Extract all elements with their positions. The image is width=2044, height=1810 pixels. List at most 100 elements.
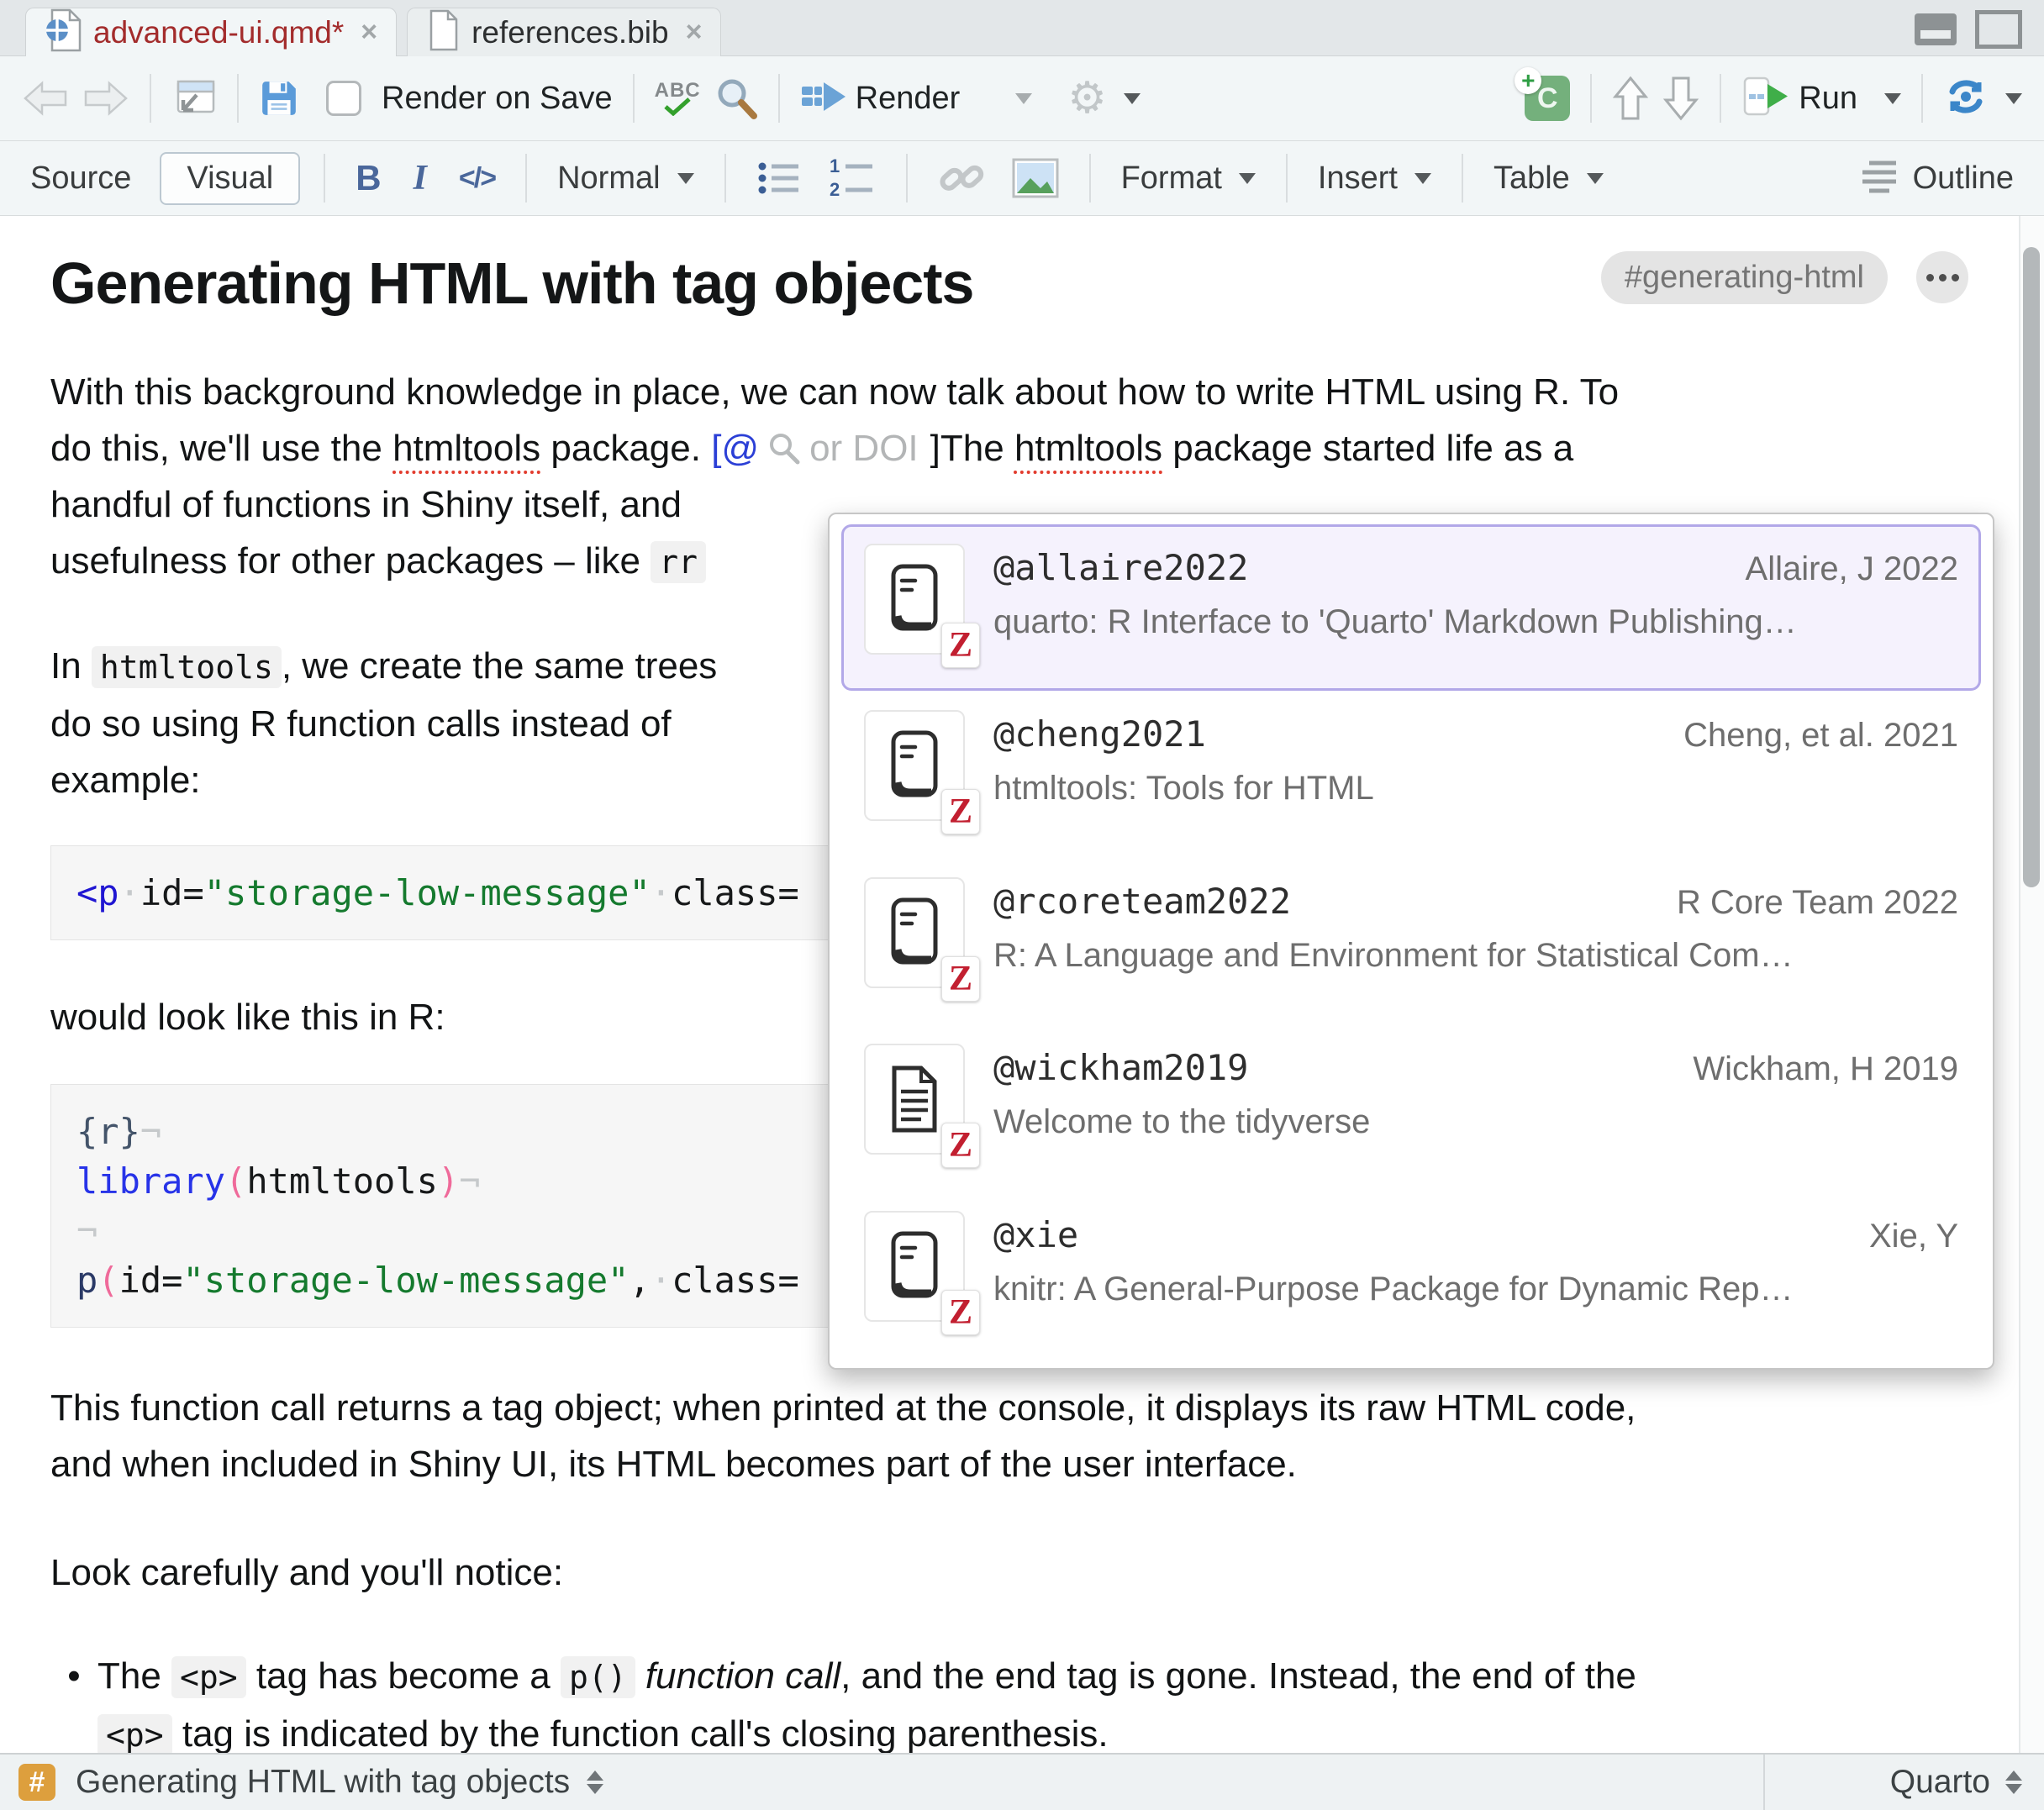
book-icon: Z (864, 877, 965, 988)
chevron-down-icon[interactable] (1124, 93, 1141, 104)
citation-item-xie[interactable]: Z @xieXie, Y knitr: A General-Purpose Pa… (841, 1192, 1981, 1358)
zotero-badge: Z (941, 956, 980, 1002)
chevron-down-icon[interactable] (1414, 173, 1431, 184)
gear-icon: ⚙ (1067, 76, 1107, 120)
heading-more-button[interactable] (1916, 251, 1968, 303)
chevron-down-icon[interactable] (677, 173, 694, 184)
document-mode-selector[interactable]: Quarto (1763, 1755, 2044, 1810)
bullet-icon: • (50, 1648, 97, 1753)
settings-button[interactable]: ⚙ (1061, 73, 1147, 124)
tab-references-bib[interactable]: references.bib × (407, 8, 721, 56)
outline-icon (1857, 159, 1901, 198)
citation-author: Cheng, et al. 2021 (1683, 717, 1958, 755)
citation-key: @rcoreteam2022 (993, 881, 1291, 922)
book-icon: Z (864, 710, 965, 821)
insert-chunk-button[interactable]: C+ (1518, 72, 1577, 124)
go-previous-section-button[interactable] (1605, 71, 1656, 125)
italic-button[interactable]: I (407, 155, 434, 202)
insert-dropdown[interactable]: Insert (1311, 157, 1438, 200)
minimize-button[interactable] (1915, 13, 1957, 45)
popout-window-button[interactable] (165, 75, 224, 122)
maximize-button[interactable] (1975, 10, 2022, 49)
bold-button[interactable]: B (349, 155, 387, 202)
book-icon: Z (864, 1211, 965, 1322)
chevron-down-icon[interactable] (1884, 93, 1901, 104)
citation-item-cheng2021[interactable]: Z @cheng2021 Cheng, et al. 2021 htmltools… (841, 691, 1981, 857)
format-toolbar: Source Visual B I </> Normal 1 2 Format … (0, 141, 2044, 216)
citation-title: htmltools: Tools for HTML (993, 770, 1958, 808)
outline-toggle-button[interactable]: Outline (1913, 160, 2014, 197)
sync-icon (1943, 77, 1989, 120)
citation-item-allaire2022[interactable]: Z @allaire2022Allaire, J 2022 quarto: R … (841, 524, 1981, 691)
source-mode-button[interactable]: Source (30, 160, 131, 197)
section-updown-icon[interactable] (587, 1771, 603, 1794)
render-icon (800, 77, 847, 120)
text-line: The <p> tag has become a p() function ca… (97, 1648, 1968, 1706)
mode-updown-icon (2005, 1771, 2022, 1794)
spellcheck-button[interactable]: ABC (648, 77, 708, 119)
visual-mode-button[interactable]: Visual (160, 152, 300, 205)
image-button[interactable] (1005, 155, 1066, 202)
inline-code-button[interactable]: </> (452, 159, 502, 198)
text-line: <p> tag is indicated by the function cal… (97, 1706, 1968, 1753)
render-on-save-checkbox[interactable]: Render on Save (319, 77, 619, 120)
editor-scrollbar[interactable] (2019, 216, 2044, 1753)
citation-key: @xie (993, 1214, 1078, 1255)
zotero-badge: Z (941, 1123, 980, 1168)
plus-icon: + (1515, 67, 1541, 94)
save-button[interactable] (252, 75, 306, 122)
tab-label: references.bib (471, 15, 668, 50)
inline-code: <p> (97, 1714, 172, 1753)
text-line: and when included in Shiny UI, its HTML … (50, 1436, 1968, 1492)
misspelled-word: htmltools (392, 428, 540, 469)
chevron-down-icon[interactable] (1587, 173, 1604, 184)
citation-placeholder: or DOI (809, 428, 919, 469)
citation-title: Welcome to the tidyverse (993, 1103, 1958, 1141)
rerun-source-button[interactable] (1936, 74, 2029, 124)
citation-key: @cheng2021 (993, 713, 1206, 755)
close-icon[interactable]: × (686, 16, 703, 49)
citation-item-wickham2019[interactable]: Z @wickham2019Wickham, H 2019 Welcome to… (841, 1024, 1981, 1191)
citation-autocomplete-popup: Z @allaire2022Allaire, J 2022 quarto: R … (828, 513, 1994, 1370)
text-line: This function call returns a tag object;… (50, 1380, 1968, 1436)
forward-button[interactable] (76, 75, 136, 122)
citation-input[interactable]: [@or DOI] (711, 428, 940, 469)
list-item: • The <p> tag has become a p() function … (50, 1648, 1968, 1753)
run-button[interactable]: Run (1735, 73, 1908, 124)
text-line: do this, we'll use the htmltools package… (50, 420, 1968, 476)
inline-code: <p> (171, 1656, 246, 1698)
citation-item-rcoreteam2022[interactable]: Z @rcoreteam2022R Core Team 2022 R: A La… (841, 858, 1981, 1024)
quarto-file-icon (45, 8, 82, 56)
chevron-down-icon[interactable] (2005, 93, 2022, 104)
numbered-list-button[interactable]: 1 2 (822, 154, 882, 203)
scrollbar-thumb[interactable] (2023, 247, 2040, 887)
insert-chunk-icon: C+ (1525, 76, 1570, 121)
inline-code: rr (651, 541, 706, 583)
render-on-save-label: Render on Save (382, 81, 613, 117)
close-icon[interactable]: × (361, 16, 377, 49)
citation-key: @allaire2022 (993, 547, 1248, 588)
checkbox-box[interactable] (326, 81, 361, 116)
chevron-down-icon[interactable] (1239, 173, 1256, 184)
render-button[interactable]: Render (793, 74, 1040, 124)
search-icon (767, 432, 801, 466)
format-dropdown[interactable]: Format (1114, 157, 1262, 200)
search-button[interactable] (708, 73, 765, 124)
chevron-down-icon[interactable] (1015, 93, 1032, 104)
section-hash-icon: # (18, 1764, 55, 1801)
visual-editor-canvas[interactable]: Generating HTML with tag objects #genera… (0, 216, 2044, 1753)
svg-text:1: 1 (830, 157, 840, 176)
citation-key: @wickham2019 (993, 1047, 1248, 1088)
section-navigator-button[interactable]: Generating HTML with tag objects (76, 1764, 570, 1801)
main-toolbar: Render on Save ABC Render ⚙ C+ (0, 56, 2044, 141)
paragraph-style-dropdown[interactable]: Normal (551, 157, 700, 200)
go-next-section-button[interactable] (1656, 71, 1706, 125)
link-button[interactable] (931, 153, 993, 203)
back-button[interactable] (15, 75, 76, 122)
table-dropdown[interactable]: Table (1487, 157, 1610, 200)
zotero-badge: Z (941, 789, 980, 834)
tab-advanced-ui-qmd[interactable]: advanced-ui.qmd* × (25, 8, 397, 56)
bullet-list-button[interactable] (750, 155, 810, 201)
citation-title: quarto: R Interface to 'Quarto' Markdown… (993, 603, 1958, 641)
citation-title: knitr: A General-Purpose Package for Dyn… (993, 1271, 1958, 1308)
